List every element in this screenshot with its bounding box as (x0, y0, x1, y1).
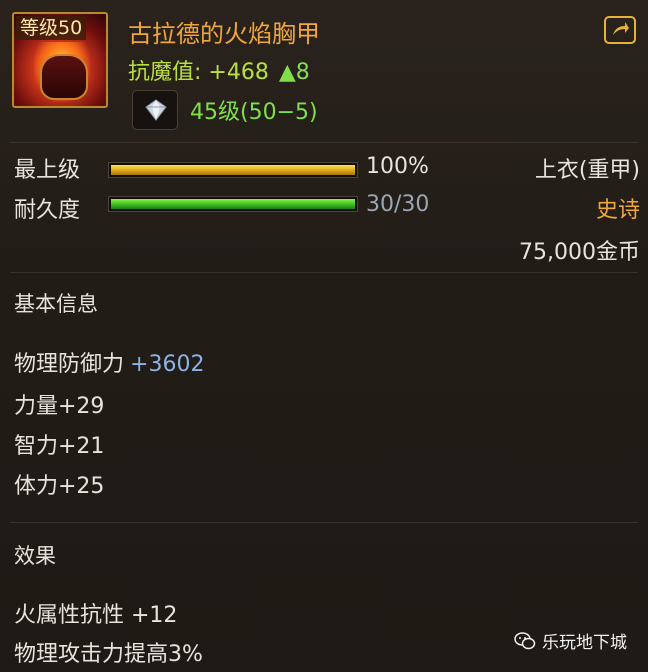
physical-defense-line: 物理防御力 +3602 (14, 346, 204, 378)
flame-chest-armor-icon[interactable]: 等级50 (12, 12, 108, 108)
physical-defense-value: +3602 (130, 352, 205, 377)
item-tooltip-panel: 等级50 古拉德的火焰胸甲 抗魔值: +468 ▲8 45级(50−5) 最上级 … (0, 0, 648, 672)
gem-level-text: 45级(50−5) (190, 100, 318, 125)
price-text: 75,000金币 (519, 240, 640, 265)
slot-type: 上衣(重甲) (534, 158, 640, 183)
basic-info-title: 基本信息 (14, 292, 98, 316)
fire-resist-line: 火属性抗性 +12 (14, 603, 178, 628)
divider (10, 522, 638, 523)
durability-bar (108, 196, 358, 212)
rarity-label: 史诗 (595, 198, 640, 223)
vitality-line: 体力+25 (14, 474, 105, 499)
share-button[interactable] (604, 16, 636, 44)
physical-defense-label: 物理防御力 (14, 352, 125, 377)
wechat-icon (514, 631, 536, 649)
durability-value: 30/30 (366, 192, 430, 217)
strength-line: 力量+29 (14, 394, 105, 419)
divider (10, 272, 638, 273)
upgrade-progress-fill (111, 165, 355, 175)
watermark: 乐玩地下城 (514, 628, 627, 653)
diamond-icon (145, 99, 167, 121)
magic-resist-value: 抗魔值: +468 (128, 60, 269, 85)
durability-fill (111, 199, 355, 209)
magic-resist-line: 抗魔值: +468 ▲8 (128, 54, 310, 86)
magic-resist-increase: ▲8 (278, 60, 310, 85)
upgrade-percent: 100% (366, 154, 429, 179)
level-badge: 等级50 (16, 16, 87, 40)
intelligence-line: 智力+21 (14, 434, 105, 459)
physical-attack-line: 物理攻击力提高3% (14, 642, 203, 667)
item-name: 古拉德的火焰胸甲 (128, 20, 320, 48)
share-arrow-icon (613, 22, 629, 35)
divider (10, 142, 638, 143)
watermark-text: 乐玩地下城 (542, 633, 627, 653)
effects-title: 效果 (14, 544, 56, 568)
upgrade-label: 最上级 (14, 158, 81, 183)
upgrade-progress-bar (108, 162, 358, 178)
armor-shape (40, 54, 88, 100)
gem-slot[interactable] (132, 90, 178, 130)
durability-label: 耐久度 (14, 198, 81, 223)
